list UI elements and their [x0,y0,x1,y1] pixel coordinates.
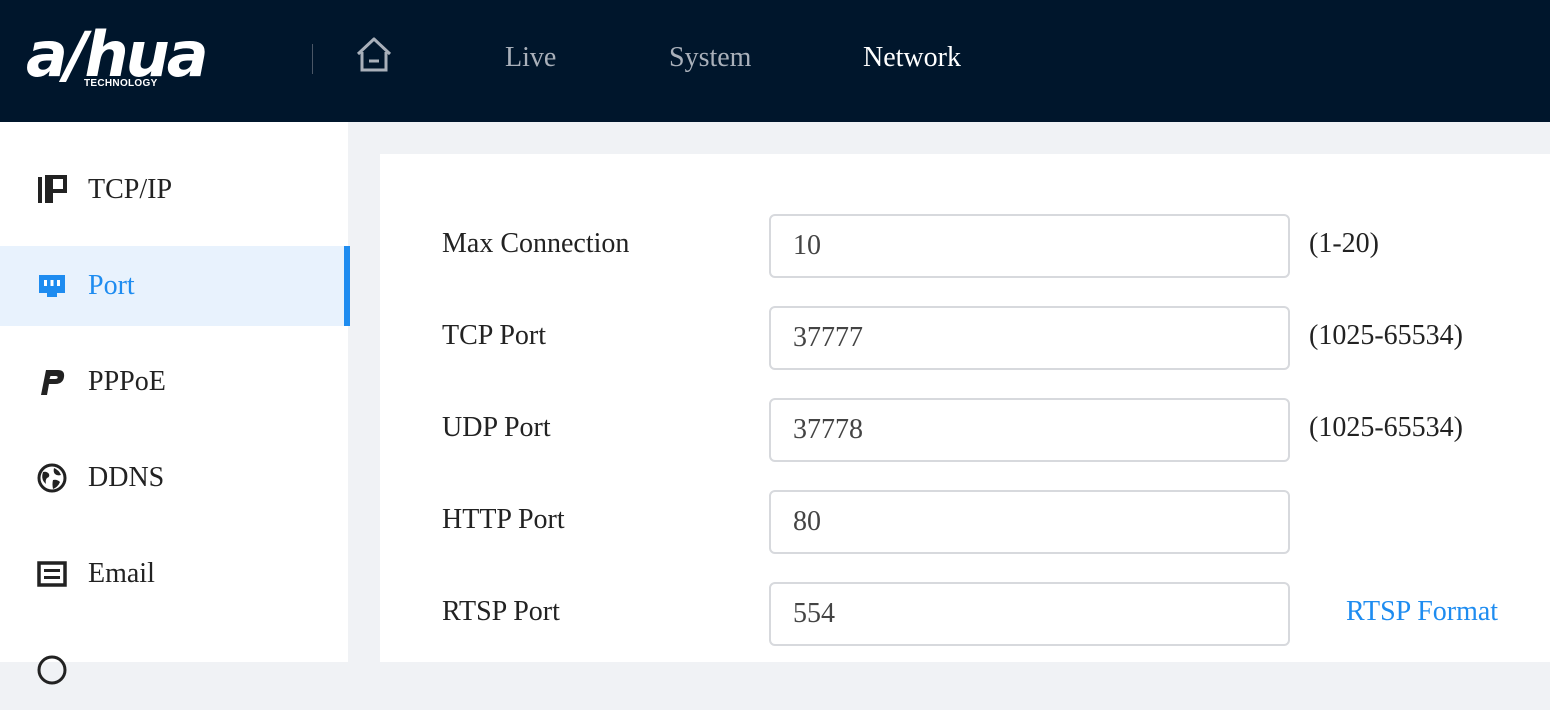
udp-port-row: UDP Port (1025-65534) [380,398,1550,462]
home-icon[interactable] [354,34,394,74]
nav-live[interactable]: Live [505,40,556,76]
sidebar-item-label: PPPoE [88,366,166,397]
sidebar-item-label: DDNS [88,462,165,493]
dahua-logo: a/hua TECHNOLOGY [26,20,248,96]
tcp-port-range: (1025-65534) [1309,320,1463,351]
nav-divider [312,44,313,74]
port-settings-panel: Max Connection (1-20) TCP Port (1025-655… [380,154,1550,662]
sidebar-item-label: Email [88,558,155,589]
http-port-label: HTTP Port [442,504,565,535]
sidebar-item-pppoe[interactable]: PPPoE [0,342,350,422]
udp-port-input[interactable] [769,398,1290,462]
sidebar: TCP/IP Port PPPoE DDNS Email [0,122,350,685]
nav-network[interactable]: Network [863,40,961,76]
udp-port-label: UDP Port [442,412,551,443]
ip-icon [36,174,68,206]
top-navigation-bar: a/hua TECHNOLOGY Live System Network [0,0,1550,122]
http-port-input[interactable] [769,490,1290,554]
tcp-port-input[interactable] [769,306,1290,370]
sidebar-item-label: Port [88,270,135,301]
pppoe-icon [36,366,68,398]
sidebar-item-ddns[interactable]: DDNS [0,438,350,518]
max-connection-input[interactable] [769,214,1290,278]
tcp-port-label: TCP Port [442,320,546,351]
tcp-port-row: TCP Port (1025-65534) [380,306,1550,370]
sidebar-item-tcpip[interactable]: TCP/IP [0,150,350,230]
rtsp-format-link[interactable]: RTSP Format [1346,596,1498,628]
partial-icon [36,654,68,686]
email-icon [36,558,68,590]
udp-port-range: (1025-65534) [1309,412,1463,443]
sidebar-item-port[interactable]: Port [0,246,350,326]
port-icon [36,270,68,302]
max-connection-range: (1-20) [1309,228,1379,259]
max-connection-label: Max Connection [442,228,630,259]
max-connection-row: Max Connection (1-20) [380,214,1550,278]
http-port-row: HTTP Port [380,490,1550,554]
rtsp-port-label: RTSP Port [442,596,560,627]
globe-icon [36,462,68,494]
rtsp-port-input[interactable] [769,582,1290,646]
rtsp-port-row: RTSP Port RTSP Format [380,582,1550,646]
sidebar-item-next[interactable] [0,630,350,710]
logo-subtext: TECHNOLOGY [84,78,158,89]
sidebar-item-email[interactable]: Email [0,534,350,614]
nav-system[interactable]: System [669,40,751,76]
sidebar-item-label: TCP/IP [88,174,173,205]
